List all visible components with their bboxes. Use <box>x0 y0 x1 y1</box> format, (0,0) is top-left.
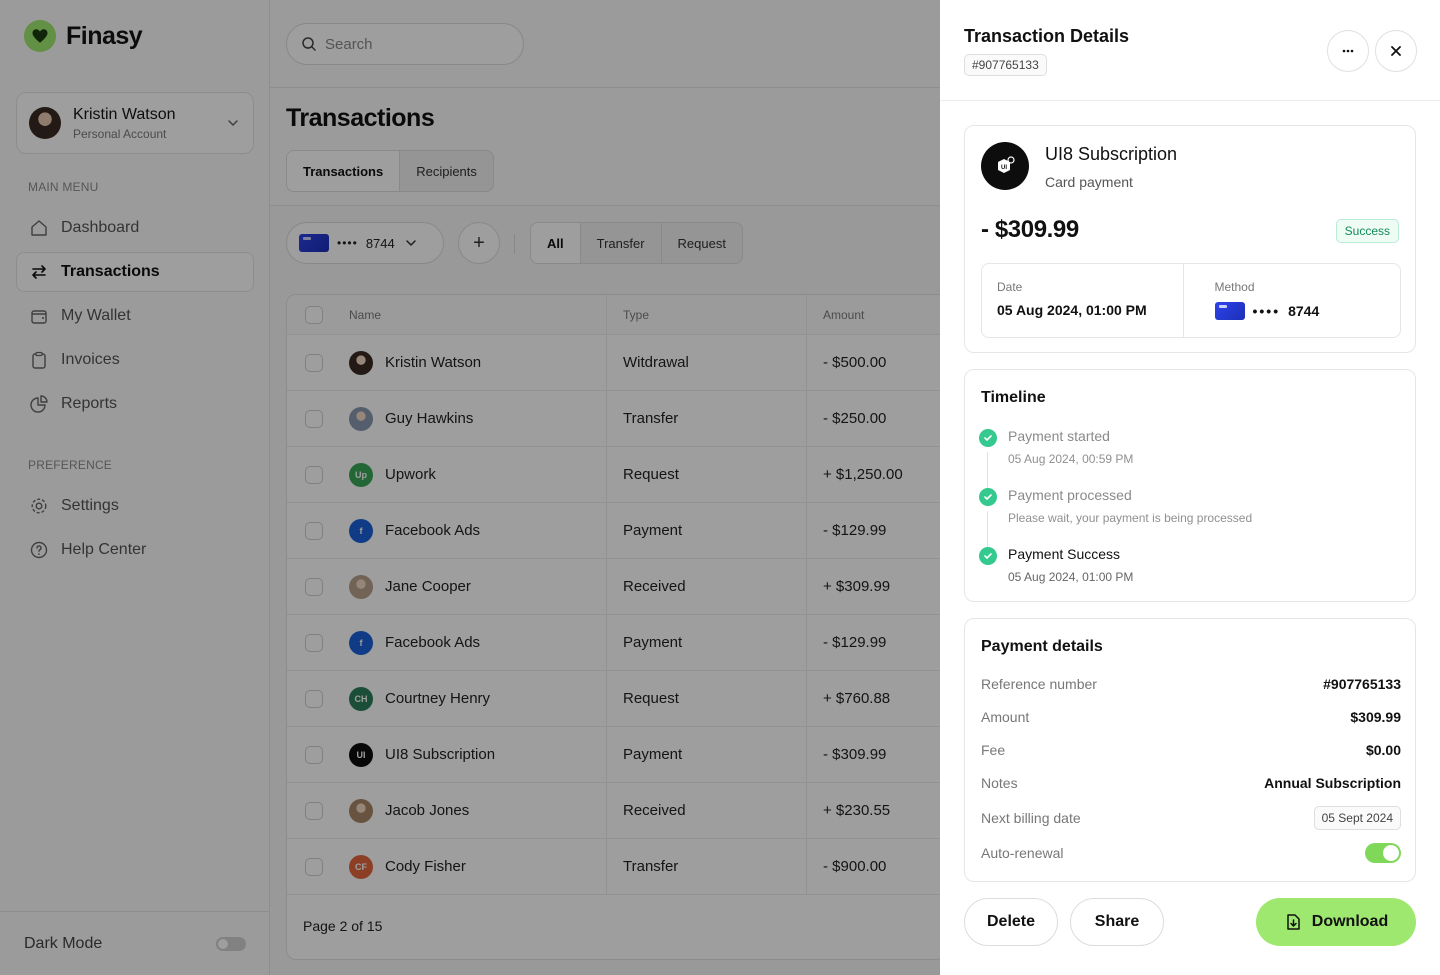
check-circle-icon <box>979 488 997 506</box>
drawer-header: Transaction Details #907765133 <box>940 0 1440 101</box>
delete-button[interactable]: Delete <box>964 898 1058 946</box>
timeline-item-title: Payment Success <box>1008 546 1121 562</box>
svg-text:UI: UI <box>1001 165 1007 171</box>
drawer-title: Transaction Details <box>964 26 1130 46</box>
detail-row-fee: Fee $0.00 <box>981 742 1401 758</box>
timeline-item-desc: 05 Aug 2024, 01:00 PM <box>1008 570 1134 584</box>
status-badge: Success <box>1335 219 1399 243</box>
modal-backdrop[interactable] <box>0 0 940 975</box>
timeline-item-title: Payment started <box>1008 428 1110 444</box>
detail-row-notes: Notes Annual Subscription <box>981 775 1401 791</box>
share-button[interactable]: Share <box>1070 898 1164 946</box>
merchant-name: UI8 Subscription <box>1045 144 1178 164</box>
transaction-amount: - $309.99 <box>981 216 1079 243</box>
file-download-icon <box>1287 914 1300 930</box>
method-label: Method <box>1214 280 1255 294</box>
download-button[interactable]: Download <box>1256 898 1416 946</box>
transaction-meta: Date 05 Aug 2024, 01:00 PM Method •••• 8… <box>981 263 1401 338</box>
close-button[interactable] <box>1375 30 1417 72</box>
payment-details-title: Payment details <box>981 638 1103 655</box>
download-label: Download <box>1311 913 1389 930</box>
more-horizontal-icon <box>1342 49 1354 53</box>
card-dots: •••• <box>1252 303 1281 319</box>
detail-label: Notes <box>981 775 1018 791</box>
date-cell: Date 05 Aug 2024, 01:00 PM <box>982 264 1183 337</box>
check-circle-icon <box>979 547 997 565</box>
detail-row-next-billing: Next billing date 05 Sept 2024 <box>981 806 1401 830</box>
date-value: 05 Aug 2024, 01:00 PM <box>997 302 1147 318</box>
detail-label: Fee <box>981 742 1006 758</box>
transaction-summary-card: UI UI8 Subscription Card payment - $309.… <box>964 125 1416 353</box>
timeline-item-title: Payment processed <box>1008 487 1132 503</box>
detail-value: $0.00 <box>1365 742 1401 758</box>
detail-value: $309.99 <box>1350 709 1401 725</box>
check-circle-icon <box>979 429 997 447</box>
detail-row-reference: Reference number #907765133 <box>981 676 1401 692</box>
payment-details-card: Payment details Reference number #907765… <box>964 618 1416 882</box>
timeline-connector <box>987 511 988 549</box>
auto-renewal-toggle[interactable] <box>1365 843 1401 863</box>
timeline-title: Timeline <box>981 389 1046 406</box>
detail-value: #907765133 <box>1323 676 1401 692</box>
card-last4: 8744 <box>1288 303 1320 319</box>
method-cell: Method •••• 8744 <box>1182 264 1401 337</box>
more-options-button[interactable] <box>1327 30 1369 72</box>
detail-label: Auto-renewal <box>981 845 1064 861</box>
detail-row-auto-renewal: Auto-renewal <box>981 843 1401 863</box>
timeline-card: Timeline Payment started 05 Aug 2024, 00… <box>964 369 1416 602</box>
detail-row-amount: Amount $309.99 <box>981 709 1401 725</box>
timeline-item-desc: 05 Aug 2024, 00:59 PM <box>1008 452 1134 466</box>
detail-value: Annual Subscription <box>1264 775 1401 791</box>
payment-method-label: Card payment <box>1045 174 1133 190</box>
detail-label: Amount <box>981 709 1030 725</box>
transaction-details-drawer: Transaction Details #907765133 UI UI8 Su… <box>940 0 1440 975</box>
transaction-id-badge: #907765133 <box>964 54 1047 76</box>
date-label: Date <box>997 280 1023 294</box>
ui8-logo-icon: UI <box>981 142 1029 190</box>
next-billing-date: 05 Sept 2024 <box>1313 806 1401 830</box>
timeline-connector <box>987 452 988 490</box>
detail-label: Reference number <box>981 676 1097 692</box>
timeline-item-desc: Please wait, your payment is being proce… <box>1008 511 1253 525</box>
card-icon <box>1214 302 1245 320</box>
close-icon <box>1391 46 1401 56</box>
detail-label: Next billing date <box>981 810 1081 826</box>
